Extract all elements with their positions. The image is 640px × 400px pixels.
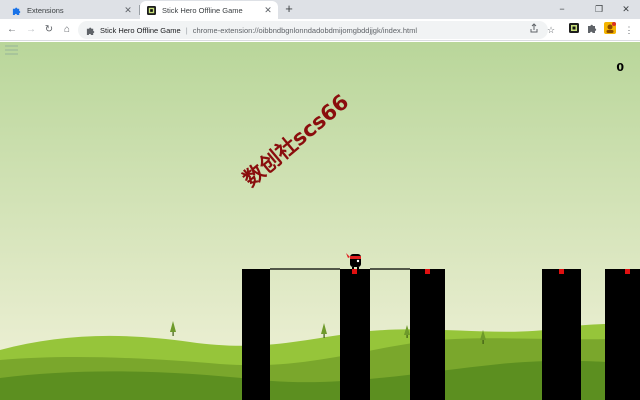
address-bar[interactable]: Stick Hero Offline Game | chrome-extensi… xyxy=(78,21,548,39)
hamburger-menu-icon[interactable] xyxy=(5,45,18,56)
stick-hero-favicon xyxy=(147,5,156,15)
share-icon[interactable] xyxy=(526,22,542,38)
perfect-zone-marker xyxy=(425,269,430,274)
tab-stick-hero[interactable]: Stick Hero Offline Game ✕ xyxy=(140,1,278,19)
pillar xyxy=(542,269,581,400)
stick-hero-extension-icon[interactable] xyxy=(566,22,582,38)
close-window-button[interactable]: ✕ xyxy=(612,0,640,19)
home-button[interactable]: ⌂ xyxy=(59,22,75,38)
pillar xyxy=(340,269,370,400)
perfect-zone-marker xyxy=(352,269,357,274)
puzzle-icon xyxy=(86,27,95,35)
close-tab-icon[interactable]: ✕ xyxy=(262,4,274,16)
reload-button[interactable]: ↻ xyxy=(41,22,57,38)
tab-label: Extensions xyxy=(27,5,64,15)
pillar xyxy=(410,269,445,400)
kebab-menu-icon[interactable]: ⋮ xyxy=(621,22,637,38)
pillar xyxy=(242,269,270,400)
pillar xyxy=(605,269,640,400)
close-tab-icon[interactable]: ✕ xyxy=(122,4,134,16)
tab-strip: Extensions ✕ Stick Hero Offline Game ✕ +… xyxy=(0,0,640,19)
tab-extensions[interactable]: Extensions ✕ xyxy=(6,1,138,19)
extension-site-chip[interactable]: Stick Hero Offline Game xyxy=(86,26,181,35)
tab-label: Stick Hero Offline Game xyxy=(162,5,243,15)
url-text[interactable]: chrome-extension://oibbndbgnlonndadobdmi… xyxy=(193,26,417,35)
omnibox-divider: | xyxy=(185,25,188,35)
minimize-window-button[interactable]: − xyxy=(548,0,576,19)
forward-button[interactable]: → xyxy=(23,22,39,38)
perfect-zone-marker xyxy=(559,269,564,274)
restore-window-button[interactable]: ❐ xyxy=(585,0,613,19)
perfect-zone-marker xyxy=(625,269,630,274)
bookmark-star-icon[interactable]: ☆ xyxy=(543,22,559,38)
back-button[interactable]: ← xyxy=(4,22,20,38)
game-canvas[interactable] xyxy=(0,42,640,400)
score-counter: 0 xyxy=(616,61,624,74)
profile-icon[interactable] xyxy=(602,22,618,38)
extensions-puzzle-icon[interactable] xyxy=(584,22,600,38)
browser-toolbar: ← → ↻ ⌂ Stick Hero Offline Game | chrome… xyxy=(0,19,640,41)
game-viewport[interactable]: 0 数创社scs66 xyxy=(0,42,640,400)
site-name: Stick Hero Offline Game xyxy=(100,25,181,35)
new-tab-button[interactable]: + xyxy=(282,2,296,16)
puzzle-icon xyxy=(12,6,21,15)
